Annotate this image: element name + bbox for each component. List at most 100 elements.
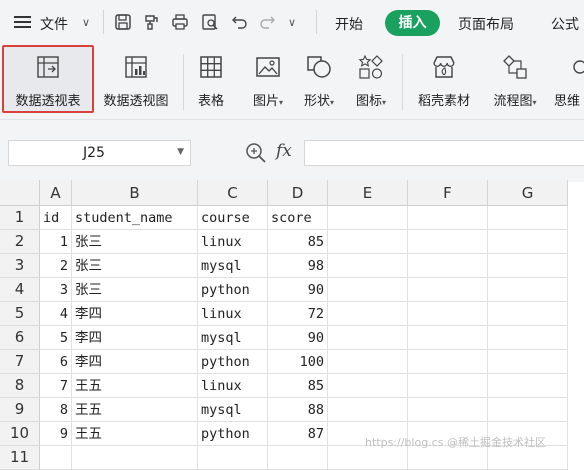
cell-c4[interactable]: python (198, 278, 268, 302)
cell-c8[interactable]: linux (198, 374, 268, 398)
cell-b7[interactable]: 李四 (72, 350, 198, 374)
tab-formulas[interactable]: 公式 (551, 14, 579, 34)
cell-f4[interactable] (408, 278, 488, 302)
cell-a11[interactable] (40, 446, 72, 470)
cell-b5[interactable]: 李四 (72, 302, 198, 326)
cell-g7[interactable] (488, 350, 568, 374)
cell-g6[interactable] (488, 326, 568, 350)
cell-d3[interactable]: 98 (268, 254, 328, 278)
cell-c3[interactable]: mysql (198, 254, 268, 278)
cell-f3[interactable] (408, 254, 488, 278)
cell-b11[interactable] (72, 446, 198, 470)
cell-c5[interactable]: linux (198, 302, 268, 326)
row-header-2[interactable]: 2 (0, 230, 40, 254)
cell-e8[interactable] (328, 374, 408, 398)
hamburger-menu-icon[interactable] (14, 16, 31, 28)
cell-f5[interactable] (408, 302, 488, 326)
cell-c6[interactable]: mysql (198, 326, 268, 350)
cell-d1[interactable]: score (268, 206, 328, 230)
row-header-8[interactable]: 8 (0, 374, 40, 398)
row-header-6[interactable]: 6 (0, 326, 40, 350)
column-header-d[interactable]: D (268, 180, 328, 206)
picture-button[interactable]: 图片▾ (244, 44, 292, 119)
row-header-1[interactable]: 1 (0, 206, 40, 230)
cell-d8[interactable]: 85 (268, 374, 328, 398)
cell-a8[interactable]: 7 (40, 374, 72, 398)
cell-d10[interactable]: 87 (268, 422, 328, 446)
pivot-table-button[interactable]: 数据透视表 (2, 44, 94, 119)
flowchart-button[interactable]: 流程图▾ (484, 44, 546, 119)
cell-a3[interactable]: 2 (40, 254, 72, 278)
cell-f8[interactable] (408, 374, 488, 398)
cell-e1[interactable] (328, 206, 408, 230)
file-menu[interactable]: 文件 (40, 14, 68, 34)
cell-a4[interactable]: 3 (40, 278, 72, 302)
print-icon[interactable] (171, 13, 189, 31)
cell-b8[interactable]: 王五 (72, 374, 198, 398)
column-header-a[interactable]: A (40, 180, 72, 206)
cell-a5[interactable]: 4 (40, 302, 72, 326)
cell-d9[interactable]: 88 (268, 398, 328, 422)
cell-g4[interactable] (488, 278, 568, 302)
column-header-c[interactable]: C (198, 180, 268, 206)
pivot-chart-button[interactable]: 数据透视图 (96, 44, 176, 119)
cell-c11[interactable] (198, 446, 268, 470)
tab-insert[interactable]: 插入 (385, 10, 440, 36)
undo-icon[interactable] (231, 13, 249, 31)
row-header-9[interactable]: 9 (0, 398, 40, 422)
cell-g9[interactable] (488, 398, 568, 422)
cell-d6[interactable]: 90 (268, 326, 328, 350)
cell-c9[interactable]: mysql (198, 398, 268, 422)
mindmap-button[interactable]: 思维 (552, 44, 584, 119)
cell-a10[interactable]: 9 (40, 422, 72, 446)
material-store-button[interactable]: 稻壳素材 (410, 44, 478, 119)
row-header-4[interactable]: 4 (0, 278, 40, 302)
cell-g5[interactable] (488, 302, 568, 326)
cell-d4[interactable]: 90 (268, 278, 328, 302)
cell-g3[interactable] (488, 254, 568, 278)
cell-f2[interactable] (408, 230, 488, 254)
cell-a7[interactable]: 6 (40, 350, 72, 374)
tab-home[interactable]: 开始 (335, 14, 363, 34)
cell-b10[interactable]: 王五 (72, 422, 198, 446)
cell-b2[interactable]: 张三 (72, 230, 198, 254)
cell-b6[interactable]: 李四 (72, 326, 198, 350)
cell-a1[interactable]: id (40, 206, 72, 230)
cell-e4[interactable] (328, 278, 408, 302)
cell-g1[interactable] (488, 206, 568, 230)
cell-b1[interactable]: student_name (72, 206, 198, 230)
cell-f9[interactable] (408, 398, 488, 422)
cell-c10[interactable]: python (198, 422, 268, 446)
cell-f6[interactable] (408, 326, 488, 350)
cell-d11[interactable] (268, 446, 328, 470)
redo-icon[interactable] (258, 13, 276, 31)
icons-button[interactable]: 图标▾ (348, 44, 394, 119)
row-header-3[interactable]: 3 (0, 254, 40, 278)
cell-f7[interactable] (408, 350, 488, 374)
select-all-corner[interactable] (0, 180, 40, 206)
print-preview-icon[interactable] (201, 13, 219, 31)
table-button[interactable]: 表格 (190, 44, 232, 119)
cell-b4[interactable]: 张三 (72, 278, 198, 302)
cell-c2[interactable]: linux (198, 230, 268, 254)
zoom-icon[interactable] (245, 142, 267, 164)
row-header-11[interactable]: 11 (0, 446, 40, 470)
cell-f1[interactable] (408, 206, 488, 230)
cell-b3[interactable]: 张三 (72, 254, 198, 278)
cell-c1[interactable]: course (198, 206, 268, 230)
cell-d5[interactable]: 72 (268, 302, 328, 326)
quick-access-dropdown-icon[interactable]: ∨ (288, 16, 296, 29)
cell-g2[interactable] (488, 230, 568, 254)
column-header-f[interactable]: F (408, 180, 488, 206)
cell-d2[interactable]: 85 (268, 230, 328, 254)
shapes-button[interactable]: 形状▾ (296, 44, 342, 119)
row-header-10[interactable]: 10 (0, 422, 40, 446)
column-header-g[interactable]: G (488, 180, 568, 206)
column-header-b[interactable]: B (72, 180, 198, 206)
cell-e6[interactable] (328, 326, 408, 350)
formula-input[interactable] (304, 140, 584, 166)
name-box[interactable]: J25 ▼ (8, 140, 191, 166)
format-painter-icon[interactable] (143, 13, 161, 31)
cell-a9[interactable]: 8 (40, 398, 72, 422)
cell-e2[interactable] (328, 230, 408, 254)
